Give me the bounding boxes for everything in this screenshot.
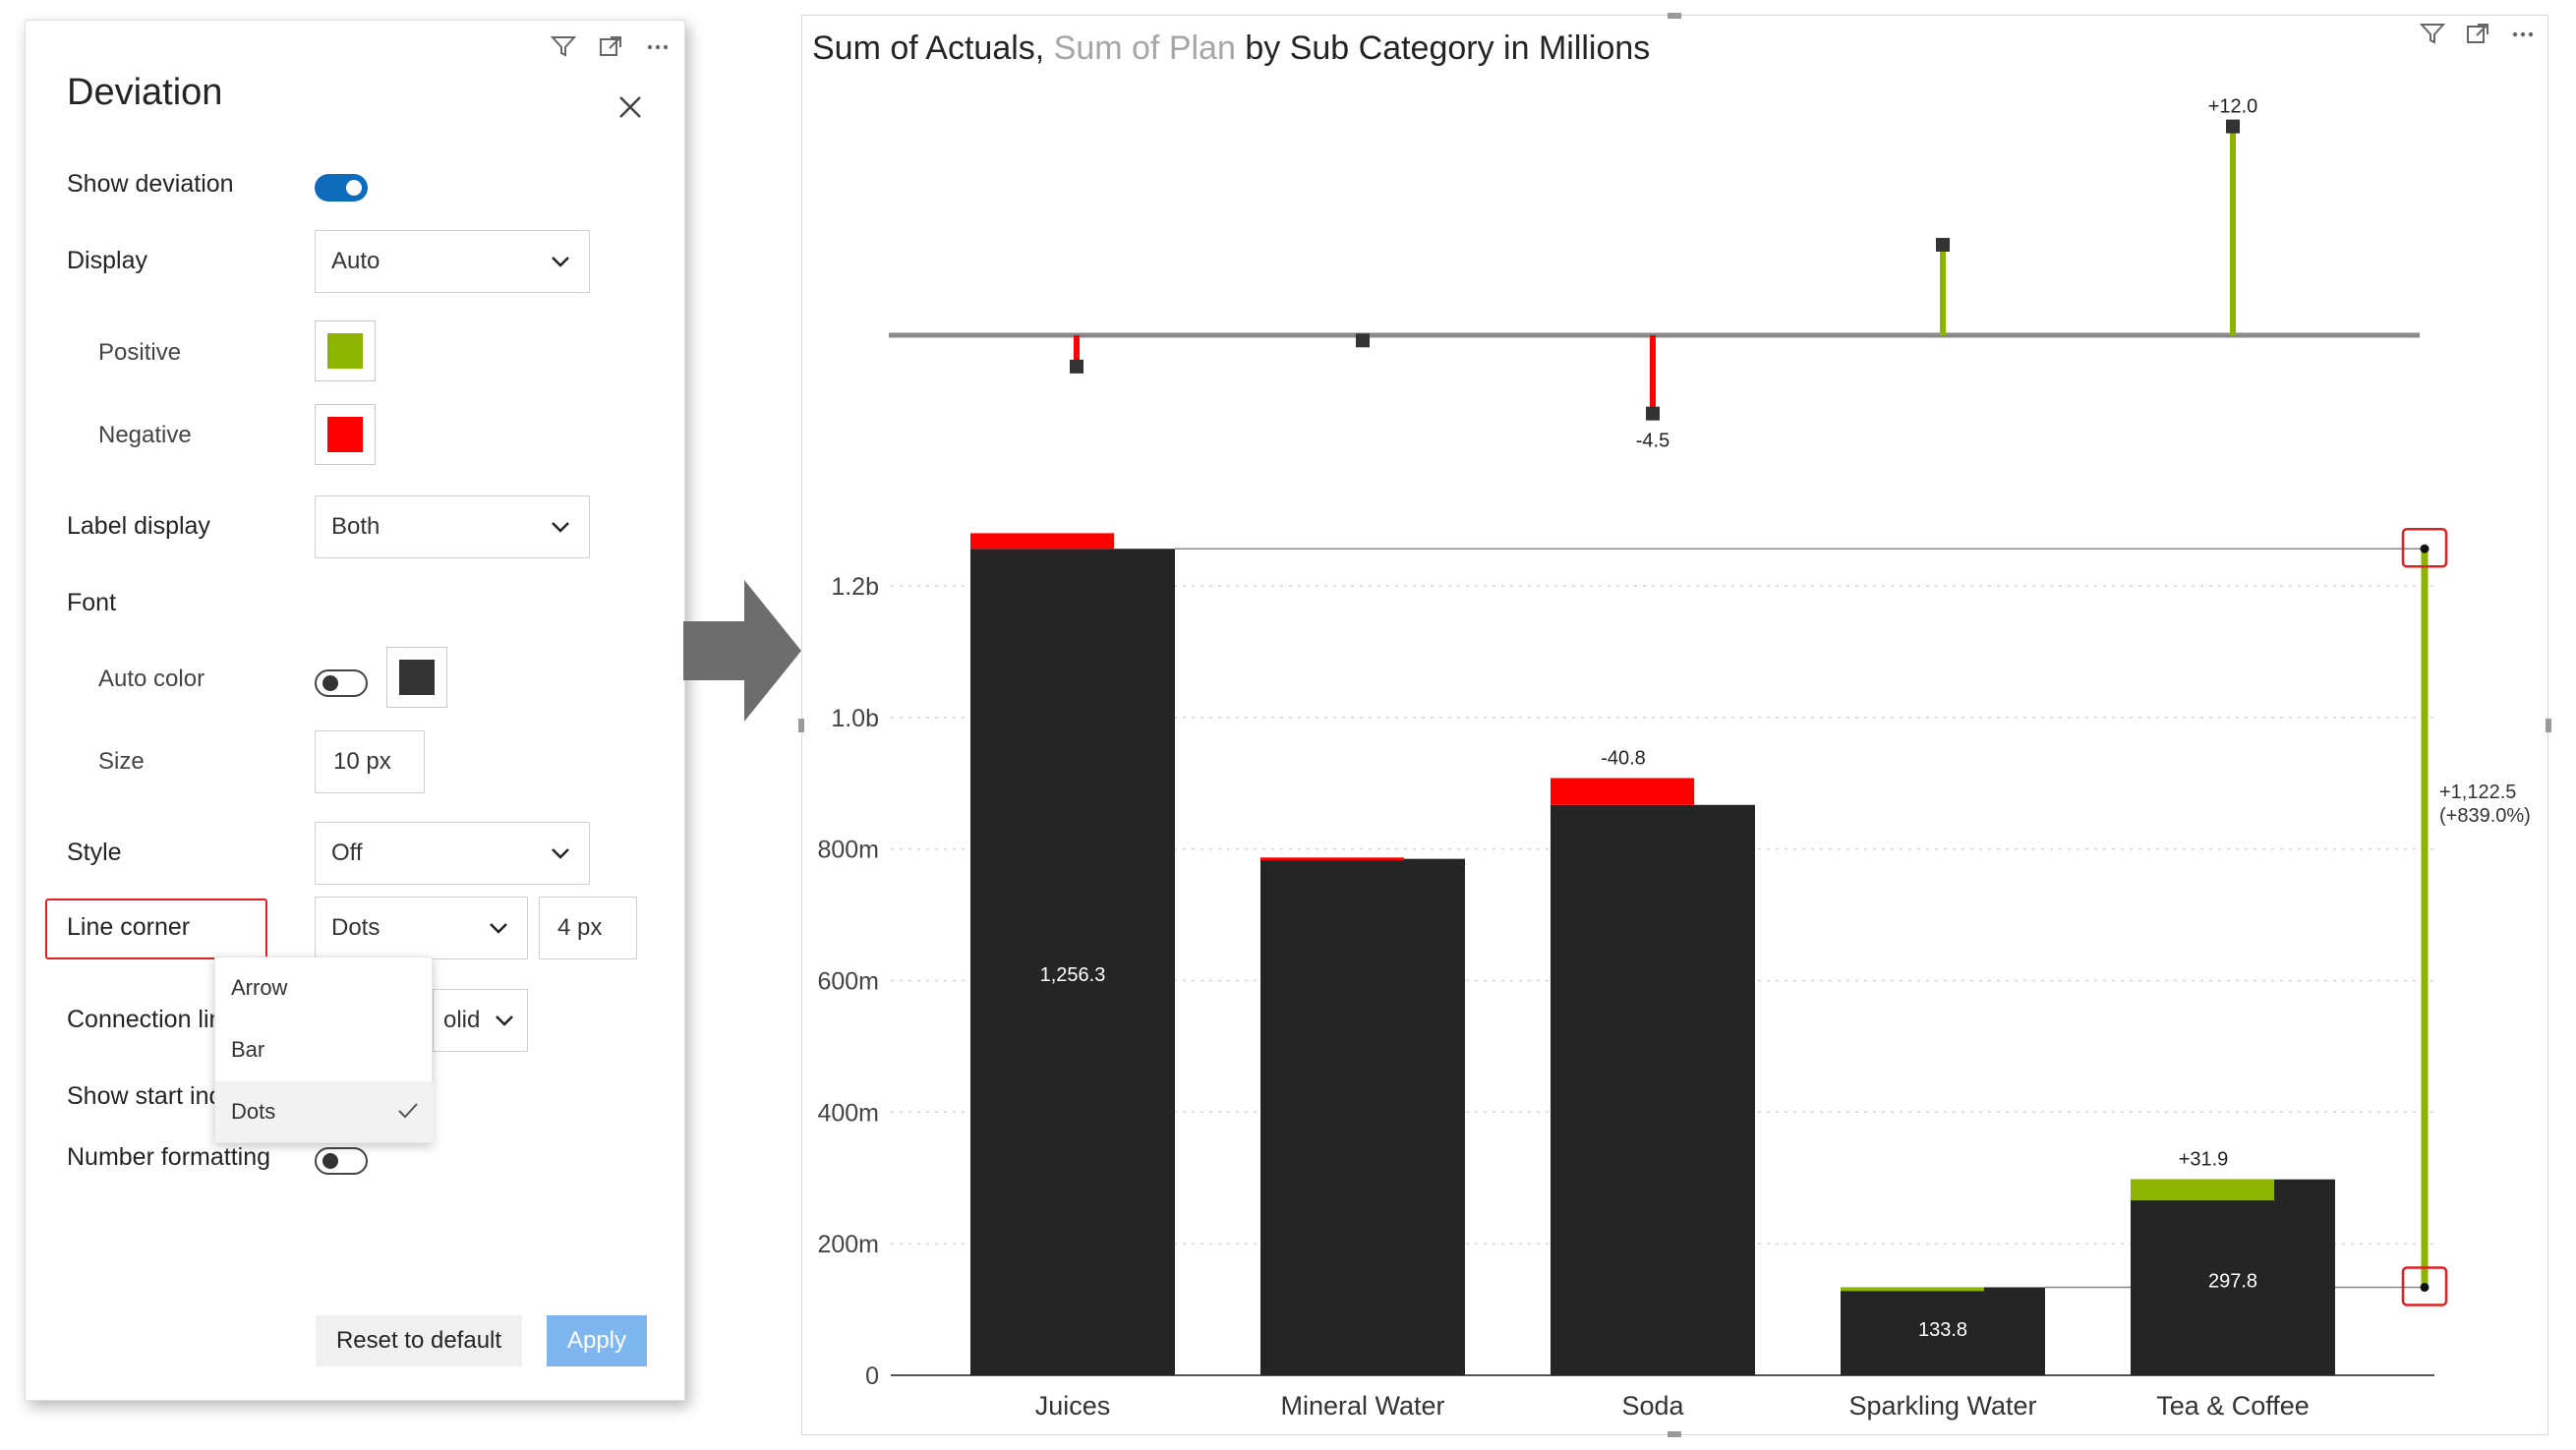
actual-bar — [970, 549, 1175, 1375]
bar-value-label: 297.8 — [2208, 1271, 2257, 1293]
line-corner-dot-bottom — [2420, 1282, 2430, 1292]
deviation-label: +31.9 — [2179, 1149, 2229, 1171]
negative-color-picker[interactable] — [315, 404, 376, 465]
show-deviation-toggle[interactable] — [315, 174, 368, 202]
panel-header-icons — [550, 34, 671, 61]
chevron-down-icon — [552, 522, 569, 533]
chevron-down-icon — [552, 257, 569, 267]
chart-visual[interactable]: Sum of Actuals, Sum of Plan by Sub Categ… — [798, 13, 2551, 1437]
chevron-down-icon — [496, 1015, 513, 1026]
line-corner-size-value: 4 — [557, 914, 571, 941]
category-label: Soda — [1621, 1391, 1684, 1421]
menu-item-bar[interactable]: Bar — [215, 1019, 434, 1080]
deviation-marker — [1070, 359, 1083, 374]
menu-item-label: Dots — [231, 1099, 276, 1124]
positive-label: Positive — [98, 339, 182, 366]
font-size-unit: px — [366, 748, 391, 775]
font-label: Font — [67, 589, 117, 616]
checkmark-icon — [398, 1103, 418, 1119]
deviation-bar — [2131, 1179, 2274, 1201]
deviation-label: -40.8 — [1601, 747, 1646, 769]
font-color-swatch — [399, 660, 435, 695]
y-tick-label: 600m — [817, 967, 879, 995]
bar-value-label: 1,256.3 — [1040, 964, 1106, 986]
positive-color-swatch — [327, 333, 363, 369]
deviation-bar — [1260, 857, 1404, 861]
negative-color-swatch — [327, 417, 363, 452]
right-arrow-icon — [683, 580, 801, 722]
font-size-input[interactable]: 10 px — [315, 730, 425, 793]
filter-icon[interactable] — [550, 34, 577, 61]
category-label: Tea & Coffee — [2156, 1391, 2310, 1421]
category-label: Sparkling Water — [1848, 1391, 2036, 1421]
y-tick-label: 0 — [865, 1363, 879, 1390]
auto-color-label: Auto color — [98, 666, 205, 692]
font-color-picker[interactable] — [386, 647, 447, 708]
size-label: Size — [98, 748, 145, 775]
style-label: Style — [67, 839, 122, 866]
focus-mode-icon[interactable] — [598, 34, 623, 61]
line-corner-size-unit: px — [577, 914, 603, 941]
connection-line-dropdown[interactable]: olid — [433, 989, 528, 1052]
deviation-settings-panel: Deviation Show deviation Display Auto Po… — [25, 20, 685, 1401]
deviation-bar — [1551, 778, 1694, 805]
chevron-down-icon — [552, 848, 569, 859]
connection-line-label: Connection line — [67, 1006, 237, 1033]
display-value: Auto — [331, 248, 381, 274]
chevron-down-icon — [490, 923, 507, 934]
actual-bar — [1260, 858, 1465, 1375]
deviation-bar — [1841, 1287, 1984, 1292]
connection-line-value: olid — [443, 1007, 481, 1033]
total-difference-percent: (+839.0%) — [2439, 805, 2531, 827]
menu-item-label: Arrow — [231, 975, 288, 1000]
total-difference-label: +1,122.5 — [2439, 782, 2516, 803]
font-size-value: 10 — [333, 748, 360, 775]
bar-value-label: 133.8 — [1918, 1319, 1967, 1341]
category-label: Mineral Water — [1280, 1391, 1444, 1421]
y-tick-label: 1.2b — [831, 573, 879, 601]
more-options-icon[interactable] — [645, 34, 671, 61]
show-deviation-label: Show deviation — [67, 170, 234, 198]
menu-item-arrow[interactable]: Arrow — [215, 957, 434, 1018]
style-dropdown[interactable]: Off — [315, 822, 590, 885]
style-value: Off — [331, 840, 363, 866]
line-corner-dot-top — [2420, 544, 2430, 553]
menu-item-dots[interactable]: Dots — [215, 1081, 434, 1142]
deviation-value-label: -4.5 — [1636, 431, 1669, 452]
panel-title: Deviation — [67, 72, 223, 113]
chart-svg: 0 200m 400m 600m 800m 1.0b 1.2b 1,256.3 Juices Mi… — [817, 96, 2531, 1421]
label-display-dropdown[interactable]: Both — [315, 495, 590, 558]
close-icon[interactable] — [611, 87, 650, 127]
deviation-marker — [2226, 119, 2240, 134]
display-dropdown[interactable]: Auto — [315, 230, 590, 293]
number-formatting-toggle[interactable] — [315, 1147, 368, 1175]
label-display-label: Label display — [67, 512, 210, 540]
auto-color-toggle[interactable] — [315, 669, 368, 697]
y-tick-label: 200m — [817, 1231, 879, 1258]
deviation-marker — [1936, 237, 1950, 252]
line-corner-value: Dots — [331, 914, 381, 941]
y-tick-label: 1.0b — [831, 705, 879, 732]
deviation-marker — [1356, 333, 1370, 348]
line-corner-label: Line corner — [67, 913, 191, 941]
y-tick-label: 800m — [817, 837, 879, 864]
label-display-value: Both — [331, 513, 381, 540]
reset-to-default-button[interactable]: Reset to default — [316, 1315, 522, 1366]
number-formatting-label: Number formatting — [67, 1143, 271, 1171]
category-label: Juices — [1035, 1391, 1111, 1421]
y-tick-label: 400m — [817, 1099, 879, 1127]
display-label: Display — [67, 247, 147, 274]
deviation-bar — [970, 533, 1114, 550]
negative-label: Negative — [98, 422, 192, 448]
line-corner-menu: Arrow Bar Dots — [214, 957, 434, 1143]
actual-bar — [1551, 804, 1755, 1375]
line-corner-size-input[interactable]: 4 px — [539, 897, 637, 959]
menu-item-label: Bar — [231, 1037, 265, 1062]
positive-color-picker[interactable] — [315, 320, 376, 381]
deviation-value-label: +12.0 — [2208, 96, 2258, 118]
apply-button[interactable]: Apply — [547, 1315, 647, 1366]
line-corner-dropdown[interactable]: Dots — [315, 897, 528, 959]
deviation-marker — [1646, 406, 1660, 421]
